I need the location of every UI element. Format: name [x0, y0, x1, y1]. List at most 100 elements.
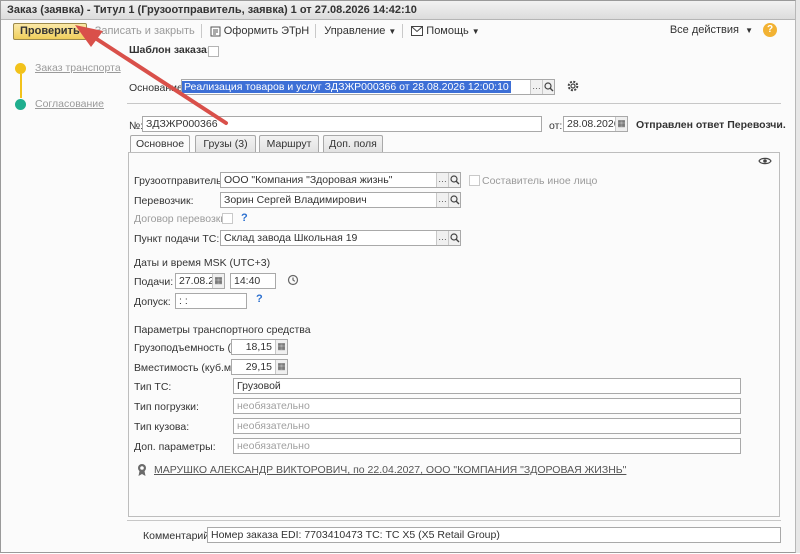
all-actions-label: Все действия	[669, 24, 740, 36]
order-window: Заказ (заявка) - Титул 1 (Грузоотправите…	[0, 0, 796, 553]
toolbar-separator	[402, 24, 404, 38]
calculator-icon[interactable]: ▦	[275, 360, 287, 374]
help-icon[interactable]: ?	[763, 23, 777, 37]
select-ellipsis-button[interactable]: …	[530, 80, 542, 94]
other-composer-checkbox[interactable]	[469, 175, 480, 186]
sidebar-item-label: Заказ транспорта	[35, 62, 121, 74]
etrn-button[interactable]: Оформить ЭТрН	[210, 25, 309, 37]
calendar-icon[interactable]: ▦	[212, 274, 224, 288]
other-composer-label: Составитель иное лицо	[482, 175, 598, 187]
tab-main[interactable]: Основное	[130, 135, 190, 153]
toolbar-right: Все действия ▼ ?	[670, 23, 777, 37]
volume-value: 29,15	[245, 361, 272, 373]
sidebar-item-approval[interactable]: Согласование	[15, 98, 104, 110]
chevron-down-icon: ▼	[471, 26, 480, 36]
help-question-icon[interactable]: ?	[241, 212, 248, 224]
divider	[127, 520, 781, 521]
calendar-icon[interactable]: ▦	[615, 117, 627, 131]
vehicle-type-label: Тип ТС:	[134, 381, 172, 393]
shipper-field[interactable]: ООО "Компания "Здоровая жизнь" …	[220, 172, 461, 188]
search-icon[interactable]	[448, 173, 460, 187]
comment-label: Комментарий:	[143, 530, 213, 542]
select-ellipsis-button[interactable]: …	[436, 231, 448, 245]
help-question-icon[interactable]: ?	[256, 293, 263, 305]
calculator-icon[interactable]: ▦	[275, 340, 287, 354]
help-label: Помощь	[426, 25, 469, 37]
check-button[interactable]: Проверить	[13, 22, 87, 40]
window-title: Заказ (заявка) - Титул 1 (Грузоотправите…	[1, 1, 795, 20]
capacity-value: 18,15	[245, 341, 272, 353]
datetime-section-title: Даты и время MSK (UTC+3)	[134, 257, 271, 269]
manage-label: Управление	[324, 25, 386, 37]
help-menu[interactable]: Помощь ▼	[411, 25, 480, 37]
step-dot-icon	[15, 62, 26, 74]
vehicle-section-title: Параметры транспортного средства	[134, 324, 311, 336]
extra-params-field[interactable]: необязательно	[233, 438, 741, 454]
shipper-value: ООО "Компания "Здоровая жизнь"	[224, 174, 393, 186]
capacity-field[interactable]: 18,15 ▦	[231, 339, 288, 355]
save-close-label: Записать и закрыть	[94, 25, 195, 37]
loading-type-field[interactable]: необязательно	[233, 398, 741, 414]
template-label: Шаблон заказа:	[129, 44, 211, 56]
signature-link[interactable]: МАРУШКО АЛЕКСАНДР ВИКТОРОВИЧ, по 22.04.2…	[154, 464, 626, 476]
vehicle-type-field[interactable]: Грузовой	[233, 378, 741, 394]
admission-label: Допуск:	[134, 296, 171, 308]
step-connector	[20, 74, 22, 98]
basis-label: Основание:	[129, 82, 186, 94]
mail-icon	[411, 26, 424, 36]
number-field[interactable]: ЗДЗЖР000366	[142, 116, 542, 132]
select-ellipsis-button[interactable]: …	[436, 193, 448, 207]
toolbar-separator	[200, 24, 202, 38]
date-value: 28.08.2026	[567, 118, 620, 130]
search-icon[interactable]	[448, 231, 460, 245]
loading-type-label: Тип погрузки:	[134, 401, 199, 413]
admission-field[interactable]: : :	[175, 293, 247, 309]
date-from-label: от:	[549, 120, 563, 132]
body-type-label: Тип кузова:	[134, 421, 190, 433]
save-close-button[interactable]: Записать и закрыть	[95, 25, 195, 37]
extra-params-label: Доп. параметры:	[134, 441, 216, 453]
select-ellipsis-button[interactable]: …	[436, 173, 448, 187]
gear-icon[interactable]	[566, 79, 580, 93]
basis-value: Реализация товаров и услуг ЗДЗЖР000366 о…	[182, 81, 511, 93]
toolbar: Проверить Записать и закрыть Оформить ЭТ…	[1, 21, 795, 41]
tab-extra-fields[interactable]: Доп. поля	[323, 135, 383, 152]
document-icon	[210, 26, 221, 37]
chevron-down-icon: ▼	[388, 26, 397, 36]
template-checkbox[interactable]	[208, 46, 219, 57]
date-field[interactable]: 28.08.2026 ▦	[563, 116, 628, 132]
all-actions-menu[interactable]: Все действия ▼	[670, 24, 753, 36]
basis-field[interactable]: Реализация товаров и услуг ЗДЗЖР000366 о…	[181, 79, 555, 95]
volume-field[interactable]: 29,15 ▦	[231, 359, 288, 375]
capacity-label: Грузоподъемность (т):	[134, 342, 243, 354]
contract-label: Договор перевозки:	[134, 213, 230, 225]
pickup-label: Пункт подачи ТС:	[134, 233, 220, 245]
carrier-value: Зорин Сергей Владимирович	[224, 194, 367, 206]
toolbar-separator	[315, 24, 317, 38]
delivery-time-field[interactable]: 14:40	[230, 273, 276, 289]
chevron-down-icon: ▼	[745, 26, 753, 35]
sidebar-item-label: Согласование	[35, 98, 104, 110]
etrn-label: Оформить ЭТрН	[223, 25, 310, 37]
tab-route[interactable]: Маршрут	[259, 135, 319, 152]
search-icon[interactable]	[542, 80, 554, 94]
divider	[127, 103, 781, 104]
comment-field[interactable]: Номер заказа EDI: 7703410473 ТС: ТС Х5 (…	[207, 527, 781, 543]
carrier-field[interactable]: Зорин Сергей Владимирович …	[220, 192, 461, 208]
carrier-label: Перевозчик:	[134, 195, 194, 207]
eye-icon[interactable]	[758, 156, 772, 166]
sidebar-item-transport-order[interactable]: Заказ транспорта	[15, 62, 121, 74]
pickup-value: Склад завода Школьная 19	[224, 232, 358, 244]
window-edge	[796, 0, 800, 553]
pickup-field[interactable]: Склад завода Школьная 19 …	[220, 230, 461, 246]
contract-checkbox[interactable]	[222, 213, 233, 224]
tab-cargo[interactable]: Грузы (3)	[195, 135, 256, 152]
clock-icon[interactable]	[287, 274, 299, 286]
manage-menu[interactable]: Управление ▼	[324, 25, 396, 37]
shipper-label: Грузоотправитель:	[134, 175, 225, 187]
certificate-icon	[136, 463, 148, 477]
delivery-date-field[interactable]: 27.08.26 ▦	[175, 273, 225, 289]
delivery-label: Подачи:	[134, 276, 174, 288]
body-type-field[interactable]: необязательно	[233, 418, 741, 434]
search-icon[interactable]	[448, 193, 460, 207]
